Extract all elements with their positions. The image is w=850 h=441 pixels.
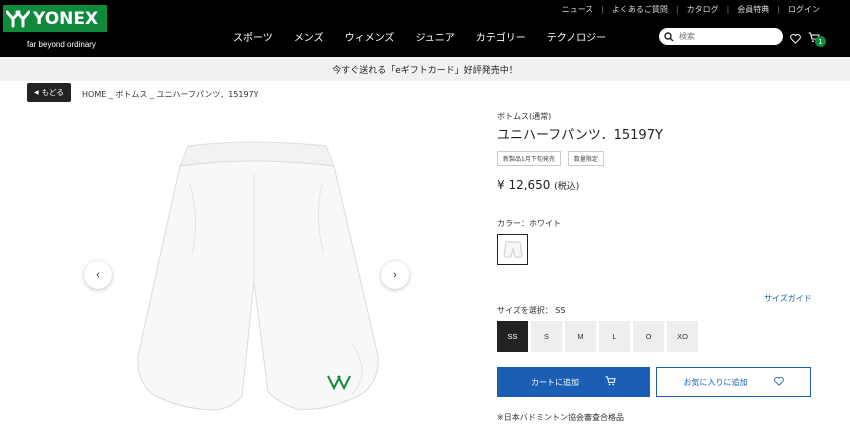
breadcrumb[interactable]: HOME _ ボトムス _ ユニハーフパンツ．15197Y [82, 89, 259, 100]
brand-logo[interactable]: YONEX far beyond ordinary [0, 0, 110, 57]
product-image-gallery: ‹ › [82, 104, 412, 441]
cart-count-badge: 1 [815, 36, 826, 47]
util-divider: | [675, 5, 679, 14]
util-divider: | [726, 5, 730, 14]
add-to-favorites-label: お気に入りに追加 [683, 377, 748, 387]
nav-sports[interactable]: スポーツ [233, 29, 273, 44]
brand-name: YONEX [33, 8, 99, 29]
size-option-m[interactable]: M [565, 321, 596, 352]
wishlist-heart-icon[interactable] [790, 29, 801, 48]
nav-junior[interactable]: ジュニア [415, 29, 454, 44]
main-nav: スポーツ メンズ ウィメンズ ジュニア カテゴリー テクノロジー [233, 29, 627, 44]
price-tax-note: (税込) [554, 182, 580, 192]
util-news-link[interactable]: ニュース [562, 4, 594, 15]
search-input[interactable] [679, 32, 774, 41]
gallery-prev-button[interactable]: ‹ [84, 261, 112, 289]
tag-limited: 数量限定 [567, 151, 604, 166]
util-faq-link[interactable]: よくあるご質問 [612, 4, 668, 15]
yonex-mark-icon [3, 5, 33, 32]
promo-banner-text: 今すぐ送れる「eギフトカード」好評発売中！ [332, 65, 518, 76]
size-option-ss[interactable]: SS [497, 321, 528, 352]
product-title: ユニハーフパンツ．15197Y [497, 128, 663, 143]
chevron-right-icon: › [393, 269, 397, 281]
chevron-left-icon: ‹ [96, 269, 100, 281]
add-to-cart-label: カートに追加 [531, 377, 579, 387]
nav-mens[interactable]: メンズ [294, 29, 324, 44]
util-divider: | [601, 5, 604, 14]
size-option-l[interactable]: L [599, 321, 630, 352]
size-option-xo[interactable]: XO [667, 321, 698, 352]
back-button-label: もどる [41, 88, 64, 97]
nav-technology[interactable]: テクノロジー [547, 29, 606, 44]
search-icon[interactable] [664, 27, 674, 46]
tag-new-release: 新製品1月下旬発売 [497, 151, 561, 166]
promo-banner[interactable]: 今すぐ送れる「eギフトカード」好評発売中！ [0, 57, 850, 81]
logo-box: YONEX [3, 5, 107, 32]
brand-tagline: far beyond ordinary [27, 40, 96, 49]
back-triangle-icon: ◀ [34, 89, 39, 96]
size-selector: SS S M L O XO [497, 321, 701, 352]
heart-icon [773, 376, 784, 388]
add-to-cart-button[interactable]: カートに追加 [497, 367, 650, 397]
top-header: YONEX far beyond ordinary ニュース | よくあるご質問 |… [0, 0, 850, 57]
size-option-s[interactable]: S [531, 321, 562, 352]
util-divider: | [777, 5, 780, 14]
back-button[interactable]: ◀ もどる [27, 83, 71, 102]
util-login-link[interactable]: ログイン [788, 4, 820, 15]
size-option-o[interactable]: O [633, 321, 664, 352]
utility-nav: ニュース | よくあるご質問 | カタログ | 会員特典 | ログイン [562, 4, 820, 15]
color-label: カラー：ホワイト [497, 219, 561, 228]
cart-icon [605, 376, 616, 388]
product-category: ボトムス(通常) [497, 112, 552, 121]
product-shorts-image [137, 141, 379, 411]
certification-note: ※日本バドミントン協会審査合格品 [497, 413, 624, 422]
nav-category[interactable]: カテゴリー [476, 29, 526, 44]
gallery-next-button[interactable]: › [381, 261, 409, 289]
size-guide-link[interactable]: サイズガイド [764, 293, 812, 304]
util-member-link[interactable]: 会員特典 [737, 4, 769, 15]
color-swatch-white[interactable] [497, 234, 528, 265]
nav-womens[interactable]: ウィメンズ [345, 29, 395, 44]
product-tags: 新製品1月下旬発売 数量限定 [497, 151, 611, 166]
size-label: サイズを選択： SS [497, 306, 566, 315]
util-catalog-link[interactable]: カタログ [687, 4, 719, 15]
add-to-favorites-button[interactable]: お気に入りに追加 [656, 367, 811, 397]
product-price: ¥ 12,650 (税込) [497, 178, 579, 192]
price-value: ¥ 12,650 [497, 178, 551, 192]
search-box[interactable] [659, 28, 783, 45]
